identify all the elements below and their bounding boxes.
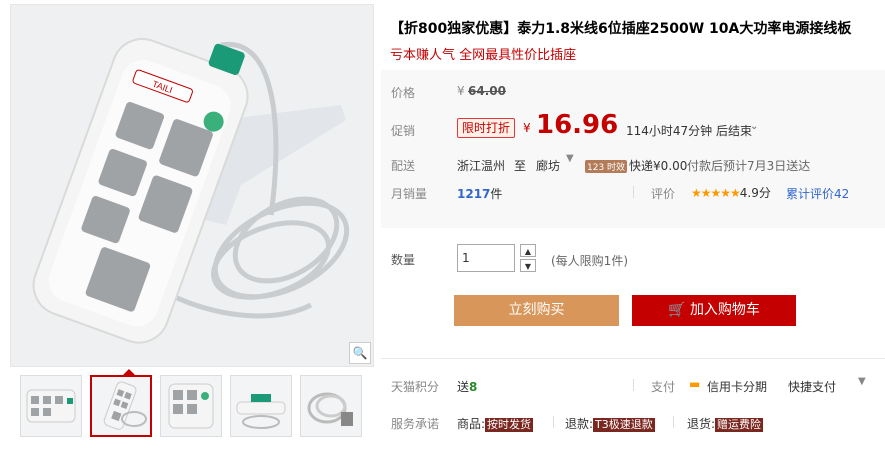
promo-price: 16.96 xyxy=(536,110,619,140)
thumbnail-4[interactable] xyxy=(230,375,292,437)
main-product-image[interactable]: TAILI 🔍 xyxy=(10,4,374,367)
power-strip-image: TAILI xyxy=(11,5,373,366)
rating-stars-icon: ★★★★★ xyxy=(691,186,741,200)
shipping-fee: 快递¥0.00 xyxy=(629,159,688,173)
divider xyxy=(553,416,554,428)
payment-label: 支付 xyxy=(651,380,676,394)
promo-price-currency: ¥ xyxy=(523,121,531,135)
shipping-label: 配送 xyxy=(391,159,416,173)
goods-label: 商品: xyxy=(457,417,486,431)
ship-from: 浙江温州 xyxy=(457,159,506,173)
destination-dropdown-icon[interactable]: ▼ xyxy=(566,153,574,164)
ship-destination[interactable]: 廊坊 xyxy=(536,157,560,174)
section-divider xyxy=(381,358,885,359)
return-label: 退货: xyxy=(687,417,716,431)
add-to-cart-label: 加入购物车 xyxy=(689,302,760,318)
rating-label: 评价 xyxy=(651,187,676,201)
price-label: 价格 xyxy=(391,86,416,100)
promo-badge: 限时打折 xyxy=(457,118,516,138)
quantity-input[interactable]: 1 xyxy=(457,244,515,272)
monthly-sales-label: 月销量 xyxy=(391,187,428,201)
payment-dropdown-icon[interactable]: ▼ xyxy=(858,376,866,387)
rating-score: 4.9分 xyxy=(739,186,771,200)
add-to-cart-button[interactable]: 🛒 加入购物车 xyxy=(632,295,796,326)
promo-label: 促销 xyxy=(391,124,416,138)
monthly-sales-count: 1217 xyxy=(457,187,491,201)
thumbnail-5[interactable] xyxy=(300,375,362,437)
spin-down-icon[interactable]: ▼ xyxy=(520,259,536,272)
thumbnail-3[interactable] xyxy=(160,375,222,437)
points-value: 8 xyxy=(469,380,478,394)
cart-icon: 🛒 xyxy=(668,302,686,318)
refund-label: 退款: xyxy=(565,417,594,431)
points-send: 送 xyxy=(457,380,470,394)
spin-up-icon[interactable]: ▲ xyxy=(520,244,536,257)
zoom-icon[interactable]: 🔍 xyxy=(349,342,371,364)
divider xyxy=(633,186,634,198)
monthly-sales-unit: 件 xyxy=(490,187,503,201)
thumbnail-1[interactable] xyxy=(20,375,82,437)
credit-card-icon: ▬ xyxy=(689,377,701,391)
countdown-chevron-icon[interactable]: ⌄ xyxy=(750,121,758,132)
ship-to-word: 至 xyxy=(514,159,527,173)
product-subtitle: 亏本赚人气 全网最具性价比插座 xyxy=(390,48,577,63)
thumbnail-strip xyxy=(10,369,372,439)
thumbnail-2[interactable] xyxy=(90,375,152,437)
on-time-delivery-tag[interactable]: 按时发货 xyxy=(485,418,534,432)
points-label: 天猫积分 xyxy=(391,380,440,394)
divider xyxy=(673,416,674,428)
quantity-value: 1 xyxy=(462,251,470,265)
timeliness-badge: 123 时效 xyxy=(585,160,628,173)
product-title: 【折800独家优惠】泰力1.8米线6位插座2500W 10A大功率电源接线板 xyxy=(390,21,852,37)
return-shipping-insurance-tag[interactable]: 赠运费险 xyxy=(715,418,764,432)
purchase-limit: (每人限购1件) xyxy=(551,254,628,268)
quick-pay-link[interactable]: 快捷支付 xyxy=(788,378,836,395)
fast-refund-tag[interactable]: T3极速退款 xyxy=(593,418,655,432)
quantity-label: 数量 xyxy=(391,253,416,267)
divider xyxy=(633,379,634,391)
buy-now-button[interactable]: 立刻购买 xyxy=(454,295,619,326)
original-price: 64.00 xyxy=(468,84,506,98)
service-label: 服务承诺 xyxy=(391,417,440,431)
review-count-link[interactable]: 累计评价42 xyxy=(786,185,849,202)
delivery-estimate: 付款后预计7月3日送达 xyxy=(687,159,811,173)
credit-installment-link[interactable]: 信用卡分期 xyxy=(707,378,767,395)
original-price-currency: ¥ xyxy=(457,84,465,98)
countdown-text: 114小时47分钟 后结束 xyxy=(626,124,752,138)
